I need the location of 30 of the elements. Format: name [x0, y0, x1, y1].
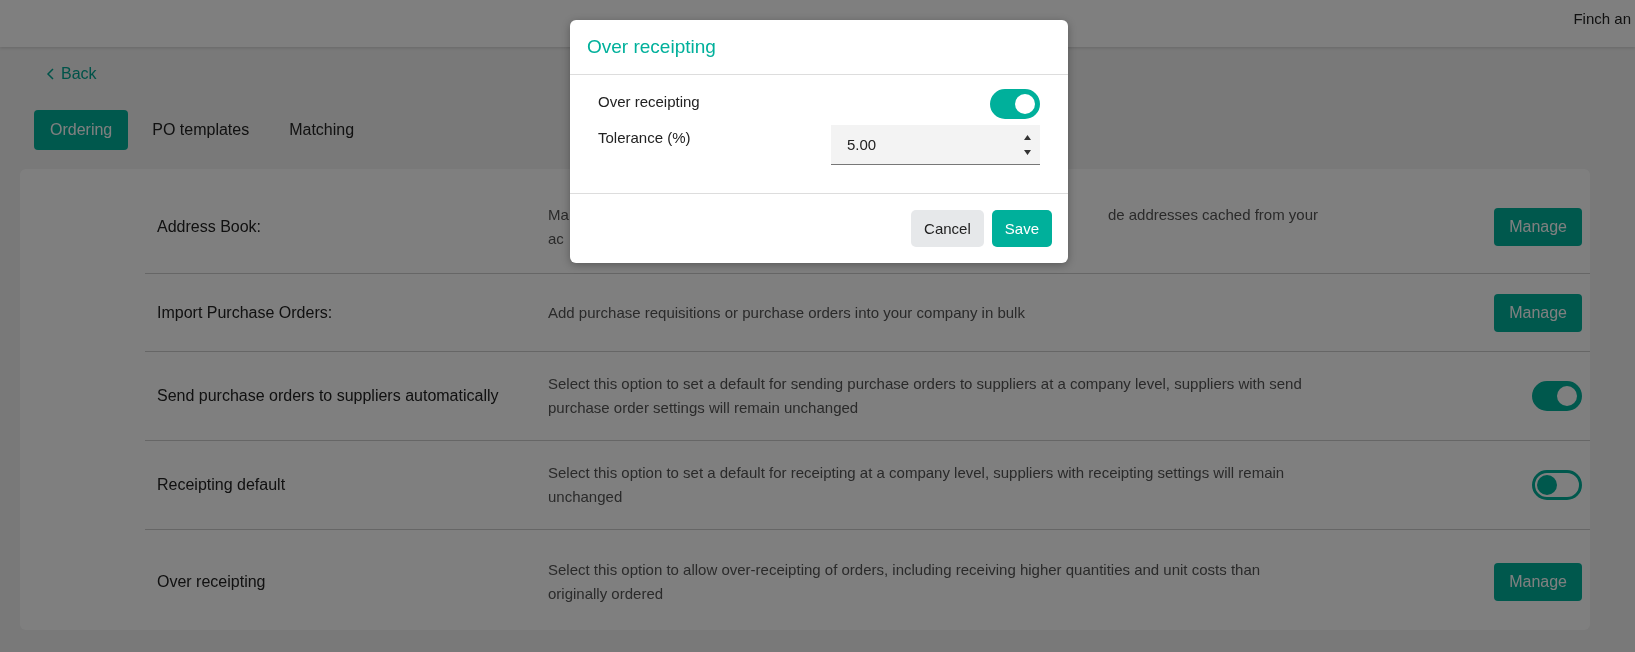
cancel-button[interactable]: Cancel: [911, 210, 984, 247]
toggle-switch[interactable]: [1532, 470, 1582, 500]
chevron-left-icon: [46, 68, 55, 80]
field-label: Over receipting: [598, 92, 700, 110]
setting-label: Import Purchase Orders:: [156, 303, 334, 322]
save-button[interactable]: Save: [991, 210, 1052, 247]
setting-description: Select this option to set a default for receipting at a company level, suppliers with receipting settings will remain unchanged: [548, 463, 1286, 507]
tab[interactable]: Matching: [273, 110, 371, 150]
setting-description: ac: [548, 229, 564, 249]
number-field[interactable]: 5.00: [831, 125, 1040, 165]
manage-button[interactable]: Manage: [1494, 293, 1582, 332]
setting-description: Add purchase requisitions or purchase orders into your company in bulk: [548, 302, 1026, 323]
manage-button[interactable]: Manage: [1494, 563, 1582, 601]
back-link[interactable]: Back: [46, 65, 97, 83]
setting-label: Send purchase orders to suppliers automatically: [156, 387, 500, 405]
setting-description: de addresses cached from your: [1107, 205, 1318, 225]
field-label: Tolerance (%): [598, 128, 691, 146]
setting-label: Address Book:: [156, 218, 263, 236]
setting-label: Receipting default: [156, 476, 287, 494]
setting-description: Select this option to set a default for sending purchase orders to suppliers at a company level, suppliers with send purchase order settings will remain unchanged: [548, 374, 1303, 418]
tab[interactable]: Ordering: [34, 110, 129, 150]
setting-description: Ma: [548, 205, 569, 225]
toggle-switch[interactable]: [990, 89, 1040, 119]
dialog-title: Over receipting: [570, 20, 1068, 75]
setting-label: Over receipting: [156, 573, 267, 591]
toggle-switch[interactable]: [1532, 381, 1582, 411]
setting-description: Select this option to allow over-receipting of orders, including receiving higher quantities and unit costs than originally ordered: [548, 560, 1262, 604]
manage-button[interactable]: Manage: [1494, 208, 1582, 246]
user-name[interactable]: Finch an: [1573, 10, 1631, 27]
tab[interactable]: PO templates: [136, 110, 266, 150]
